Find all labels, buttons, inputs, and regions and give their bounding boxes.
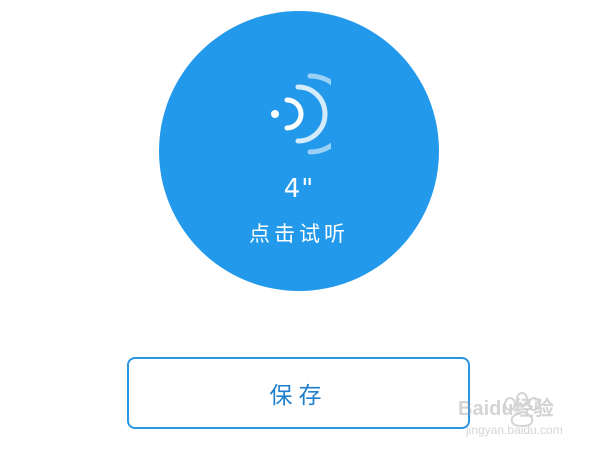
watermark-url: jingyan.baidu.com [465, 423, 563, 437]
save-button[interactable]: 保存 [127, 357, 470, 429]
recording-duration: 4" [283, 174, 315, 204]
play-recording-button[interactable]: 4" 点击试听 [159, 11, 439, 291]
sound-wave-icon [271, 73, 331, 155]
tap-to-listen-label: 点击试听 [249, 222, 349, 246]
watermark-text: Baidu经验 [458, 396, 554, 420]
baidu-jingyan-watermark: Baidu经验 jingyan.baidu.com [458, 392, 563, 437]
